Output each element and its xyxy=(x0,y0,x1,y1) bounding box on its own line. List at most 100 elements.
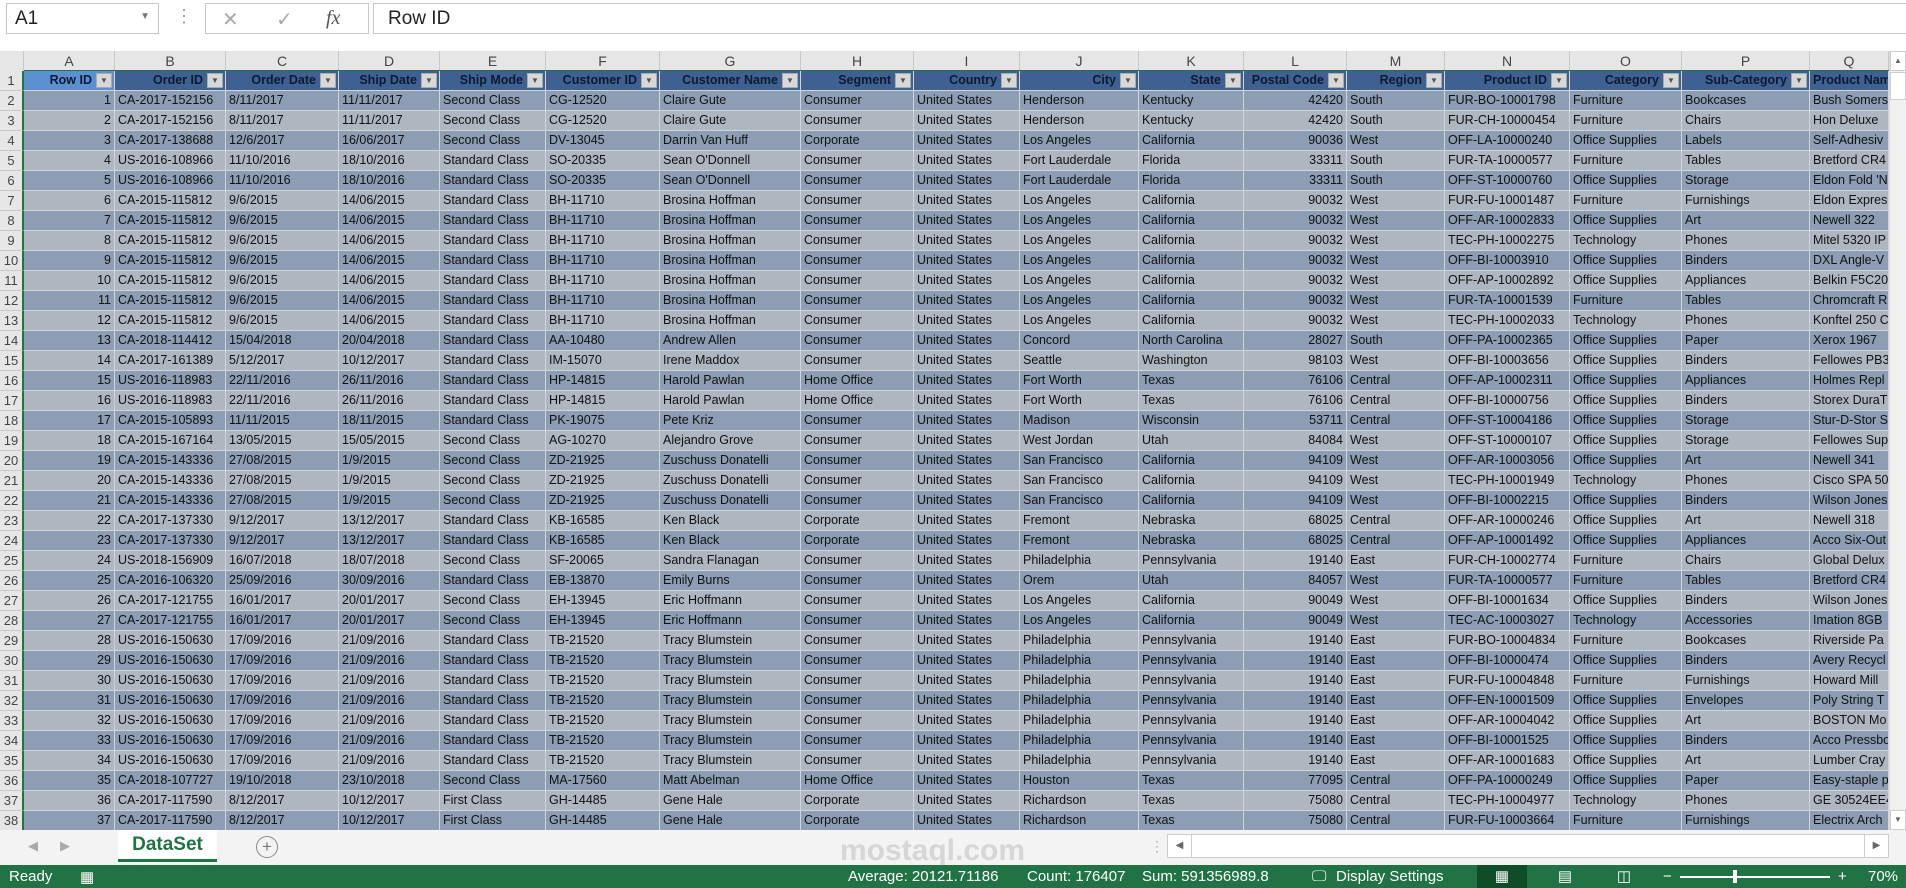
filter-dropdown-icon[interactable]: ▼ xyxy=(207,73,223,88)
filter-dropdown-icon[interactable]: ▼ xyxy=(320,73,336,88)
table-cell[interactable]: Holmes Repl xyxy=(1810,371,1889,391)
table-cell[interactable]: 14/06/2015 xyxy=(339,191,440,211)
table-cell[interactable]: Technology xyxy=(1570,231,1682,251)
table-cell[interactable]: 13 xyxy=(24,331,115,351)
table-cell[interactable]: 17/09/2016 xyxy=(226,751,339,771)
row-header[interactable]: 35 xyxy=(0,751,24,771)
table-cell[interactable]: 14 xyxy=(24,351,115,371)
table-cell[interactable]: OFF-AP-10001492 xyxy=(1445,531,1570,551)
table-cell[interactable]: 23 xyxy=(24,531,115,551)
table-cell[interactable]: FUR-FU-10003664 xyxy=(1445,811,1570,830)
table-cell[interactable]: Brosina Hoffman xyxy=(660,271,801,291)
table-cell[interactable]: OFF-BI-10000756 xyxy=(1445,391,1570,411)
macro-record-icon[interactable]: ▦ xyxy=(80,868,94,886)
column-header-f[interactable]: F xyxy=(546,51,660,71)
table-cell[interactable]: Furniture xyxy=(1570,191,1682,211)
table-cell[interactable]: US-2016-108966 xyxy=(115,151,226,171)
table-cell[interactable]: West xyxy=(1347,271,1445,291)
table-cell[interactable]: United States xyxy=(914,391,1020,411)
table-cell[interactable]: Binders xyxy=(1682,491,1810,511)
column-header-n[interactable]: N xyxy=(1445,51,1570,71)
table-cell[interactable]: TEC-AC-10003027 xyxy=(1445,611,1570,631)
table-cell[interactable]: Second Class xyxy=(440,491,546,511)
table-header-cell[interactable]: Segment ▼ xyxy=(801,71,914,91)
table-cell[interactable]: Global Delux xyxy=(1810,551,1889,571)
table-cell[interactable]: Corporate xyxy=(801,511,914,531)
table-cell[interactable]: East xyxy=(1347,651,1445,671)
filter-dropdown-icon[interactable]: ▼ xyxy=(421,73,437,88)
filter-dropdown-icon[interactable]: ▼ xyxy=(1001,73,1017,88)
table-cell[interactable]: Phones xyxy=(1682,791,1810,811)
table-cell[interactable]: FUR-CH-10000454 xyxy=(1445,111,1570,131)
vertical-scrollbar[interactable]: ▲ ▼ xyxy=(1889,51,1906,830)
table-cell[interactable]: West xyxy=(1347,451,1445,471)
table-cell[interactable]: 16/06/2017 xyxy=(339,131,440,151)
table-cell[interactable]: Standard Class xyxy=(440,191,546,211)
table-cell[interactable]: West xyxy=(1347,131,1445,151)
table-cell[interactable]: 25 xyxy=(24,571,115,591)
table-cell[interactable]: US-2016-118983 xyxy=(115,391,226,411)
row-header[interactable]: 1 xyxy=(0,71,24,91)
table-cell[interactable]: Second Class xyxy=(440,431,546,451)
table-cell[interactable]: Furniture xyxy=(1570,91,1682,111)
table-cell[interactable]: Standard Class xyxy=(440,291,546,311)
table-cell[interactable]: Philadelphia xyxy=(1020,651,1139,671)
table-cell[interactable]: Binders xyxy=(1682,731,1810,751)
table-cell[interactable]: 84057 xyxy=(1244,571,1347,591)
row-header[interactable]: 25 xyxy=(0,551,24,571)
table-cell[interactable]: Consumer xyxy=(801,271,914,291)
table-cell[interactable]: 76106 xyxy=(1244,391,1347,411)
table-cell[interactable]: CA-2017-121755 xyxy=(115,591,226,611)
filter-dropdown-icon[interactable]: ▼ xyxy=(527,73,543,88)
table-cell[interactable]: US-2016-150630 xyxy=(115,711,226,731)
table-cell[interactable]: 32 xyxy=(24,711,115,731)
table-cell[interactable]: Eric Hoffmann xyxy=(660,591,801,611)
table-cell[interactable]: CA-2015-143336 xyxy=(115,491,226,511)
table-cell[interactable]: Alejandro Grove xyxy=(660,431,801,451)
table-cell[interactable]: Furniture xyxy=(1570,551,1682,571)
row-header[interactable]: 37 xyxy=(0,791,24,811)
table-cell[interactable]: 90032 xyxy=(1244,191,1347,211)
table-cell[interactable]: United States xyxy=(914,231,1020,251)
table-cell[interactable]: OFF-BI-10000474 xyxy=(1445,651,1570,671)
table-cell[interactable]: Poly String T xyxy=(1810,691,1889,711)
table-cell[interactable]: 11/11/2017 xyxy=(339,111,440,131)
table-cell[interactable]: Consumer xyxy=(801,331,914,351)
row-header[interactable]: 12 xyxy=(0,291,24,311)
table-header-cell[interactable]: Category ▼ xyxy=(1570,71,1682,91)
table-cell[interactable]: Office Supplies xyxy=(1570,211,1682,231)
chevron-down-icon[interactable]: ▼ xyxy=(140,11,150,22)
table-cell[interactable]: West xyxy=(1347,251,1445,271)
table-cell[interactable]: TB-21520 xyxy=(546,631,660,651)
table-cell[interactable]: Corporate xyxy=(801,531,914,551)
table-cell[interactable]: US-2016-150630 xyxy=(115,671,226,691)
table-cell[interactable]: Consumer xyxy=(801,671,914,691)
table-cell[interactable]: Howard Mill xyxy=(1810,671,1889,691)
table-cell[interactable]: East xyxy=(1347,751,1445,771)
table-cell[interactable]: Eldon Expres xyxy=(1810,191,1889,211)
table-cell[interactable]: Standard Class xyxy=(440,711,546,731)
table-cell[interactable]: 75080 xyxy=(1244,791,1347,811)
table-cell[interactable]: West xyxy=(1347,231,1445,251)
table-cell[interactable]: Tracy Blumstein xyxy=(660,631,801,651)
table-cell[interactable]: 33311 xyxy=(1244,151,1347,171)
table-cell[interactable]: Los Angeles xyxy=(1020,131,1139,151)
row-header[interactable]: 29 xyxy=(0,631,24,651)
table-cell[interactable]: BH-11710 xyxy=(546,271,660,291)
table-cell[interactable]: East xyxy=(1347,711,1445,731)
table-cell[interactable]: South xyxy=(1347,171,1445,191)
table-cell[interactable]: 20 xyxy=(24,471,115,491)
table-cell[interactable]: EH-13945 xyxy=(546,611,660,631)
column-header-a[interactable]: A xyxy=(24,51,115,71)
table-cell[interactable]: Art xyxy=(1682,211,1810,231)
zoom-slider-thumb[interactable] xyxy=(1733,870,1737,883)
table-cell[interactable]: Harold Pawlan xyxy=(660,391,801,411)
table-cell[interactable]: OFF-AR-10003056 xyxy=(1445,451,1570,471)
table-cell[interactable]: BH-11710 xyxy=(546,211,660,231)
table-cell[interactable]: Office Supplies xyxy=(1570,711,1682,731)
table-header-cell[interactable]: Region ▼ xyxy=(1347,71,1445,91)
table-cell[interactable]: Consumer xyxy=(801,231,914,251)
table-cell[interactable]: Los Angeles xyxy=(1020,251,1139,271)
table-cell[interactable]: Furniture xyxy=(1570,571,1682,591)
filter-dropdown-icon[interactable]: ▼ xyxy=(895,73,911,88)
